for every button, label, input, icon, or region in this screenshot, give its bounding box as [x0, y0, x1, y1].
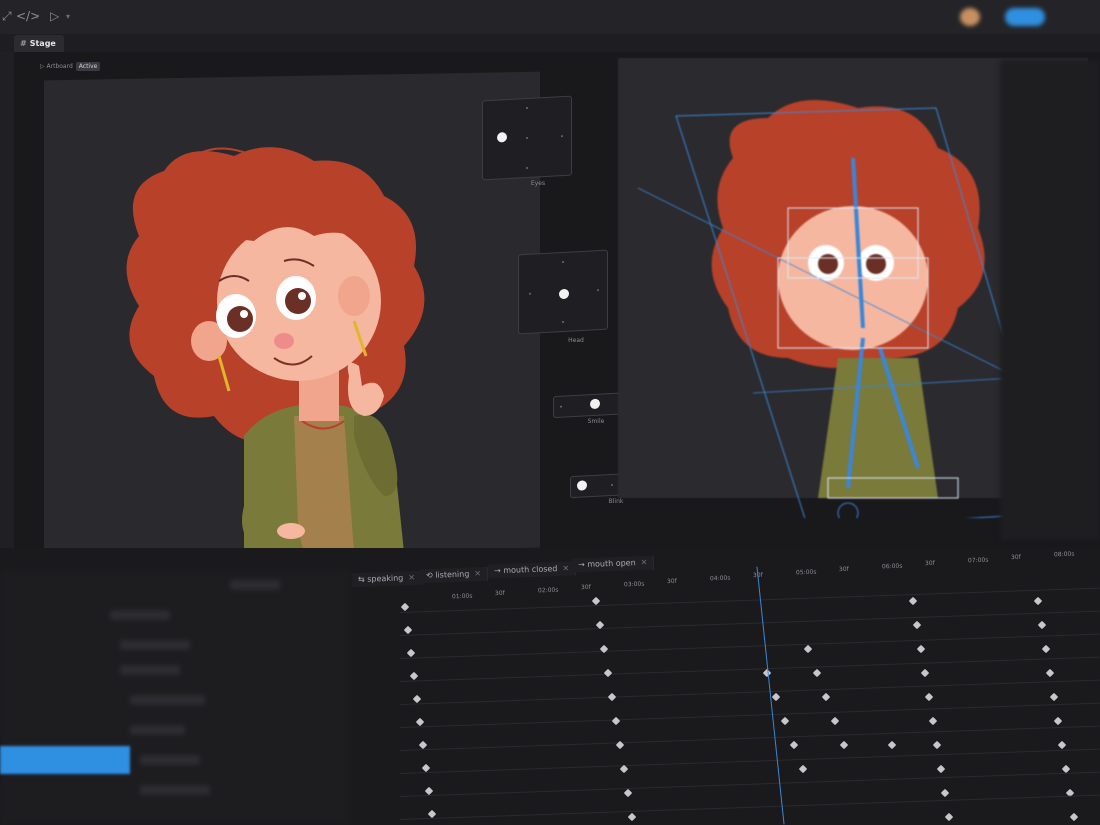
grid-icon: # [20, 39, 27, 48]
pupil-left [227, 306, 253, 332]
controller-pip [529, 292, 531, 295]
tab-stage[interactable]: # Stage [14, 35, 64, 52]
chevron-down-icon[interactable]: ▾ [66, 12, 70, 21]
nose [274, 333, 294, 349]
loop-icon: ⟲ [425, 570, 433, 580]
ruler-tick-label: 30f [924, 559, 935, 568]
close-icon[interactable]: ✕ [641, 558, 648, 567]
tab-mouth-open[interactable]: → mouth open ✕ [571, 555, 655, 573]
swap-icon: ⇆ [357, 574, 365, 585]
right-panel [1000, 60, 1100, 540]
controller-handle[interactable] [590, 398, 600, 410]
ruler-tick-label: 03:00s [623, 580, 645, 589]
tab-label: listening [435, 569, 470, 580]
controller-pip [611, 483, 613, 486]
rig-joint [837, 502, 859, 518]
layers-panel [0, 570, 350, 825]
close-icon[interactable]: ✕ [562, 564, 569, 573]
rig-pupil [866, 254, 886, 274]
hand [277, 523, 305, 539]
controller-pip [526, 136, 528, 140]
tab-label: mouth closed [503, 564, 558, 576]
controller-pip [561, 135, 563, 138]
layer-row[interactable] [120, 665, 180, 675]
eyes-controller[interactable] [482, 95, 572, 181]
ear-right [338, 276, 370, 316]
rig-pupil [818, 254, 838, 274]
artboard-status-badge: Active [75, 62, 101, 71]
share-button[interactable] [1005, 8, 1045, 26]
ruler-tick-label: 04:00s [709, 574, 731, 583]
selected-layer-row[interactable] [0, 746, 130, 774]
pupil-right [285, 288, 311, 314]
character-illustration[interactable] [44, 76, 540, 552]
expand-icon[interactable]: ⤢ [2, 9, 12, 24]
arrow-right-icon: → [493, 566, 501, 576]
avatar[interactable] [960, 8, 980, 26]
tab-speaking[interactable]: ⇆ speaking ✕ [351, 570, 423, 588]
ruler-tick-label: 06:00s [881, 562, 903, 571]
artboard-name: Artboard [46, 63, 73, 70]
tab-strip [0, 34, 1100, 52]
eye-highlight [298, 292, 306, 300]
tab-stage-label: Stage [29, 39, 56, 48]
controller-pip [560, 405, 562, 408]
top-toolbar: ⤢ </> ▾ ▷ ▾ [0, 0, 1100, 35]
arrow-right-icon: → [577, 559, 585, 570]
eye-highlight [240, 310, 248, 318]
controller-handle[interactable] [577, 480, 587, 491]
controller-pip [562, 260, 564, 264]
controller-label: Smile [587, 418, 605, 425]
controller-label: Head [568, 337, 584, 344]
close-icon[interactable]: ✕ [408, 573, 415, 582]
chevron-down-icon[interactable]: ▾ [35, 12, 39, 21]
rig-body [818, 358, 938, 498]
controller-handle[interactable] [559, 288, 569, 300]
ruler-tick-label: 02:00s [537, 586, 559, 595]
head-controller[interactable] [518, 249, 608, 335]
controller-handle[interactable] [497, 132, 507, 143]
tab-listening[interactable]: ⟲ listening ✕ [419, 566, 489, 584]
play-icon[interactable]: ▷ [50, 9, 59, 23]
layer-row[interactable] [140, 755, 200, 765]
ruler-tick-label: 01:00s [451, 592, 473, 601]
controller-pip [526, 106, 528, 110]
controller-pip [597, 289, 599, 292]
ruler-tick-label: 30f [666, 577, 677, 586]
ruler-tick-label: 30f [494, 589, 505, 598]
controller-pip [526, 166, 528, 170]
ruler-tick-label: 30f [838, 565, 849, 574]
layer-row[interactable] [130, 725, 185, 735]
tab-label: speaking [367, 573, 404, 584]
ruler-tick-label: 30f [1010, 553, 1021, 562]
ruler-tick-label: 07:00s [967, 556, 989, 565]
controller-label: Eyes [530, 180, 546, 187]
ruler-tick-label: 05:00s [795, 568, 817, 577]
ruler-tick-label: 30f [580, 583, 591, 592]
filter-button[interactable] [230, 580, 280, 590]
artboard-label: ▷ Artboard Active [40, 62, 101, 71]
layer-row[interactable] [110, 610, 170, 620]
controller-pip [562, 320, 564, 324]
ruler-tick-label: 08:00s [1053, 550, 1075, 559]
layer-row[interactable] [130, 695, 205, 705]
tab-label: mouth open [587, 558, 636, 569]
layer-row[interactable] [140, 785, 210, 795]
close-icon[interactable]: ✕ [474, 569, 481, 578]
layer-row[interactable] [120, 640, 190, 650]
